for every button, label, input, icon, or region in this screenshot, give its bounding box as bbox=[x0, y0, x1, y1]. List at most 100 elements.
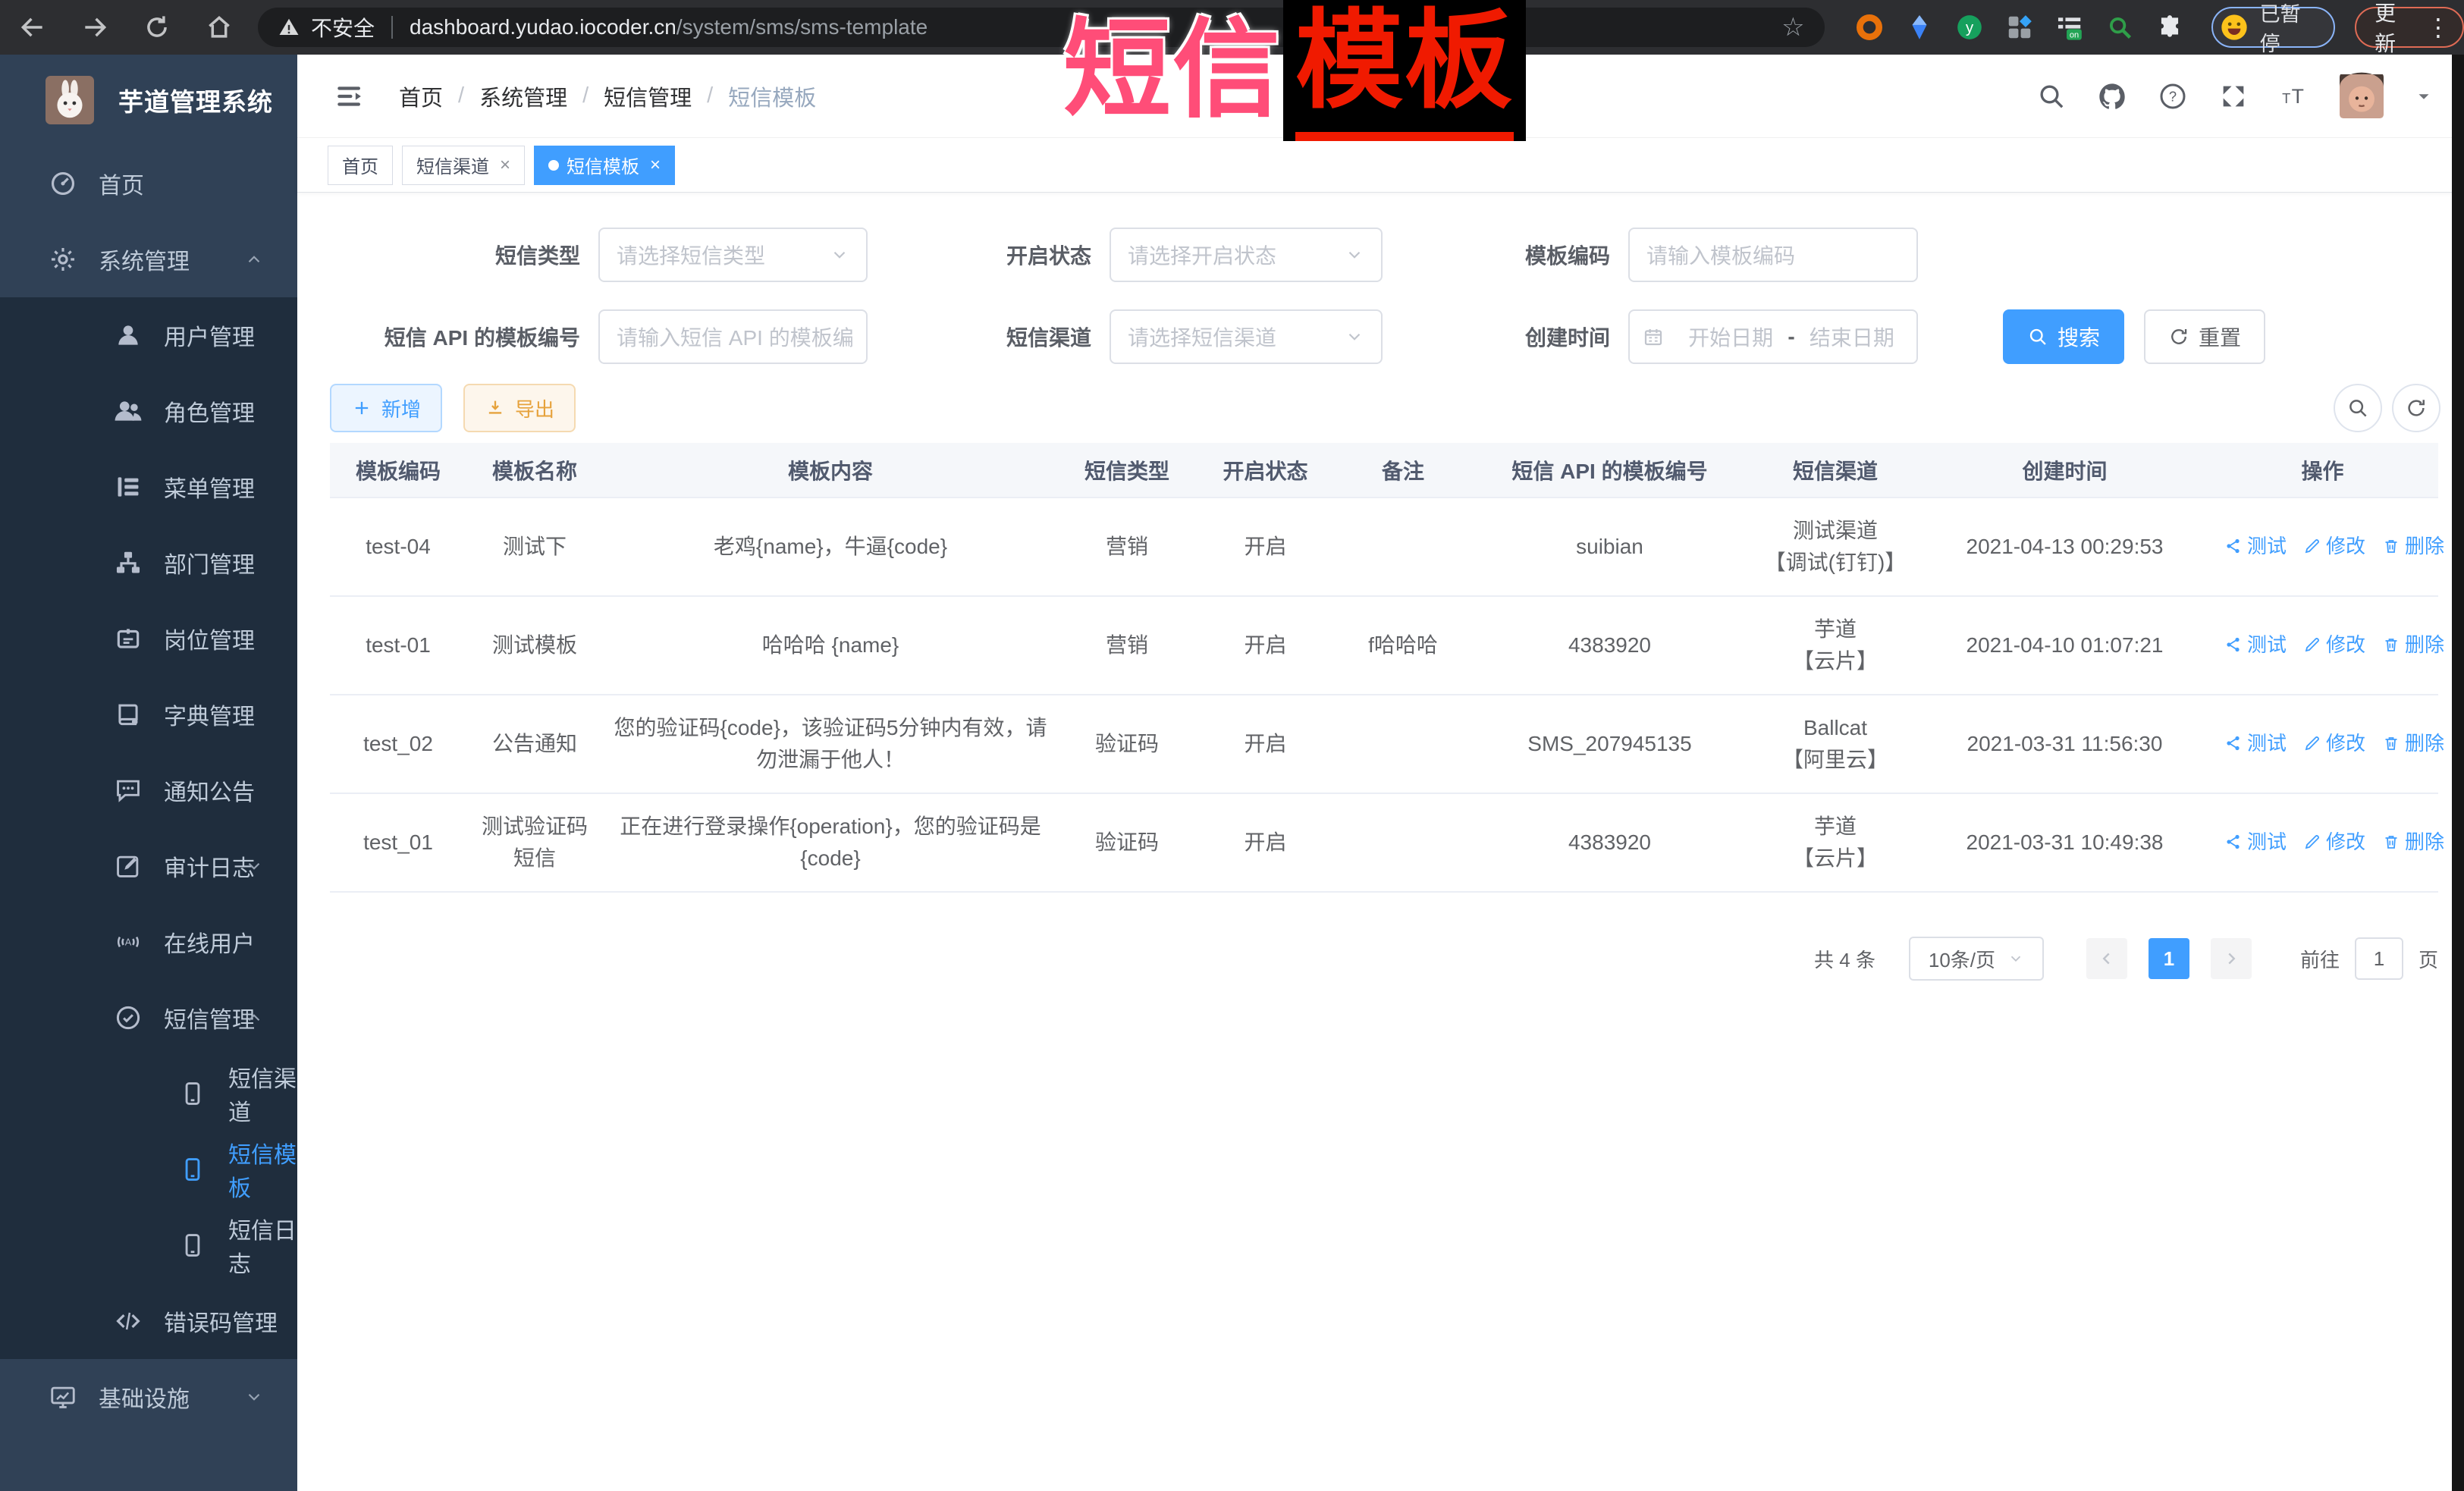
puzzle-extension-icon[interactable] bbox=[2155, 13, 2184, 42]
delete-link[interactable]: 删除 bbox=[2382, 629, 2444, 661]
add-button[interactable]: 新增 bbox=[330, 384, 442, 432]
green-magnifier-extension-icon[interactable] bbox=[2105, 13, 2134, 42]
filter-input[interactable]: 请输入短信 API 的模板编 bbox=[598, 309, 868, 364]
fullscreen-icon[interactable] bbox=[2218, 81, 2249, 111]
search-button[interactable]: 搜索 bbox=[2003, 309, 2124, 364]
filter-select[interactable]: 请选择开启状态 bbox=[1110, 228, 1383, 282]
edit-link[interactable]: 修改 bbox=[2303, 629, 2365, 661]
tab-0[interactable]: 首页 bbox=[328, 146, 393, 185]
sidebar-logo[interactable]: 芋道管理系统 bbox=[0, 55, 297, 146]
cell-type: 营销 bbox=[1058, 498, 1196, 596]
sidebar-item-2[interactable]: 用户管理 bbox=[0, 297, 297, 373]
delete-link[interactable]: 删除 bbox=[2382, 826, 2444, 858]
sidebar-item-5[interactable]: 部门管理 bbox=[0, 525, 297, 601]
action-label: 测试 bbox=[2247, 826, 2287, 858]
hamburger-icon[interactable] bbox=[334, 80, 366, 112]
column-header-9: 操作 bbox=[2207, 443, 2438, 498]
page-size-select[interactable]: 10条/页 bbox=[1909, 937, 2044, 981]
add-button-label: 新增 bbox=[381, 394, 421, 422]
edit-link[interactable]: 修改 bbox=[2303, 826, 2365, 858]
filter-field-1: 开启状态请选择开启状态 bbox=[940, 228, 1383, 282]
blue-pin-extension-icon[interactable] bbox=[1905, 13, 1934, 42]
breadcrumb-item-2[interactable]: 短信管理 bbox=[604, 80, 692, 112]
sidebar-item-15[interactable]: 错误码管理 bbox=[0, 1283, 297, 1359]
github-icon[interactable] bbox=[2097, 81, 2127, 111]
action-label: 修改 bbox=[2326, 727, 2365, 759]
cell-actions: 测试修改删除 bbox=[2207, 596, 2438, 695]
sidebar-item-16[interactable]: 基础设施 bbox=[0, 1359, 297, 1435]
current-page[interactable]: 1 bbox=[2149, 938, 2189, 979]
bookmark-star-icon[interactable]: ☆ bbox=[1781, 12, 1804, 42]
filter-field-5: 创建时间开始日期-结束日期 bbox=[1458, 309, 1918, 364]
reset-button[interactable]: 重置 bbox=[2144, 309, 2265, 364]
toggle-search-button[interactable] bbox=[2334, 384, 2382, 432]
sidebar-item-9[interactable]: 审计日志 bbox=[0, 828, 297, 904]
cell-api_template_id: 4383920 bbox=[1471, 596, 1748, 695]
home-icon[interactable] bbox=[205, 13, 234, 42]
select-placeholder: 请选择短信渠道 bbox=[1128, 322, 1276, 352]
tab-1[interactable]: 短信渠道× bbox=[402, 146, 525, 185]
tab-2[interactable]: 短信模板× bbox=[534, 146, 675, 185]
close-icon[interactable]: × bbox=[650, 155, 661, 176]
filter-select[interactable]: 请选择短信渠道 bbox=[1110, 309, 1383, 364]
address-bar[interactable]: 不安全 dashboard.yudao.iocoder.cn/system/sm… bbox=[258, 8, 1825, 47]
test-link[interactable]: 测试 bbox=[2224, 727, 2287, 759]
sidebar-item-3[interactable]: 角色管理 bbox=[0, 373, 297, 449]
prev-page-button[interactable] bbox=[2086, 938, 2127, 979]
delete-link[interactable]: 删除 bbox=[2382, 727, 2444, 759]
back-icon[interactable] bbox=[18, 13, 47, 42]
arrow-left-icon bbox=[2097, 949, 2117, 968]
table-row-0: test-04测试下老鸡{name}，牛逼{code}营销开启suibian测试… bbox=[330, 498, 2438, 596]
forward-icon[interactable] bbox=[80, 13, 109, 42]
reload-icon[interactable] bbox=[143, 13, 171, 42]
sidebar-item-8[interactable]: 通知公告 bbox=[0, 752, 297, 828]
filter-input[interactable]: 请输入模板编码 bbox=[1628, 228, 1918, 282]
sidebar-item-10[interactable]: A在线用户 bbox=[0, 904, 297, 980]
sidebar-item-14[interactable]: 短信日志 bbox=[0, 1207, 297, 1283]
cell-status: 开启 bbox=[1196, 498, 1335, 596]
caret-down-icon[interactable] bbox=[2414, 86, 2434, 106]
svg-text:?: ? bbox=[2169, 88, 2177, 104]
sidebar-item-0[interactable]: 首页 bbox=[0, 146, 297, 221]
breadcrumb-item-1[interactable]: 系统管理 bbox=[479, 80, 567, 112]
filter-label: 短信类型 bbox=[330, 240, 580, 270]
browser-menu-icon[interactable]: ⋮ bbox=[2426, 13, 2450, 42]
export-button[interactable]: 导出 bbox=[463, 384, 576, 432]
sidebar-item-label: 审计日志 bbox=[164, 849, 255, 883]
sidebar-item-6[interactable]: 岗位管理 bbox=[0, 601, 297, 676]
grid-extension-icon[interactable] bbox=[2005, 13, 2034, 42]
page-input[interactable]: 1 bbox=[2355, 937, 2403, 980]
yuque-extension-icon[interactable]: y bbox=[1955, 13, 1984, 42]
on-badge-extension-icon[interactable]: on bbox=[2055, 13, 2084, 42]
filter-select[interactable]: 请选择短信类型 bbox=[598, 228, 868, 282]
close-icon[interactable]: × bbox=[500, 155, 510, 176]
profile-paused-chip[interactable]: 已暂停 bbox=[2211, 7, 2336, 48]
update-button[interactable]: 更新 ⋮ bbox=[2355, 7, 2464, 48]
test-link[interactable]: 测试 bbox=[2224, 530, 2287, 562]
cell-actions: 测试修改删除 bbox=[2207, 695, 2438, 793]
test-link[interactable]: 测试 bbox=[2224, 826, 2287, 858]
breadcrumb-item-0[interactable]: 首页 bbox=[399, 80, 443, 112]
font-size-icon[interactable]: TT bbox=[2279, 81, 2309, 111]
window-edge-scrollbar[interactable] bbox=[2452, 55, 2464, 1491]
orange-ring-extension-icon[interactable] bbox=[1855, 13, 1884, 42]
sidebar-item-1[interactable]: 系统管理 bbox=[0, 221, 297, 297]
sidebar-item-11[interactable]: 短信管理 bbox=[0, 980, 297, 1056]
sidebar-item-7[interactable]: 字典管理 bbox=[0, 676, 297, 752]
delete-link[interactable]: 删除 bbox=[2382, 530, 2444, 562]
channel-line: 芋道 bbox=[1757, 614, 1913, 645]
edit-link[interactable]: 修改 bbox=[2303, 530, 2365, 562]
next-page-button[interactable] bbox=[2211, 938, 2252, 979]
sidebar-item-4[interactable]: 菜单管理 bbox=[0, 449, 297, 525]
refresh-table-button[interactable] bbox=[2392, 384, 2440, 432]
help-icon[interactable]: ? bbox=[2158, 81, 2188, 111]
app-title: 芋道管理系统 bbox=[118, 82, 273, 118]
test-link[interactable]: 测试 bbox=[2224, 629, 2287, 661]
sidebar-item-12[interactable]: 短信渠道 bbox=[0, 1056, 297, 1132]
filter-daterange[interactable]: 开始日期-结束日期 bbox=[1628, 309, 1918, 364]
sidebar-item-13[interactable]: 短信模板 bbox=[0, 1132, 297, 1207]
search-icon[interactable] bbox=[2036, 81, 2067, 111]
edit-link[interactable]: 修改 bbox=[2303, 727, 2365, 759]
cell-code: test-01 bbox=[330, 596, 466, 695]
user-avatar[interactable] bbox=[2340, 71, 2384, 121]
